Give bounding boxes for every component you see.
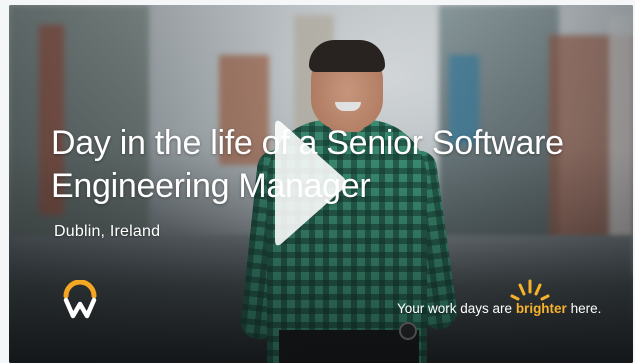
tagline-highlight: brighter (515, 301, 567, 316)
tagline-prefix: Your work days are (397, 301, 516, 316)
brand-tagline: Your work days are brighter here. (397, 301, 601, 316)
play-icon (275, 120, 346, 246)
video-location: Dublin, Ireland (54, 223, 161, 240)
video-thumbnail[interactable]: Day in the life of a Senior Software Eng… (9, 5, 633, 363)
tagline-suffix: here. (566, 301, 602, 316)
play-button[interactable] (271, 114, 349, 252)
workday-logo-icon (62, 279, 98, 320)
